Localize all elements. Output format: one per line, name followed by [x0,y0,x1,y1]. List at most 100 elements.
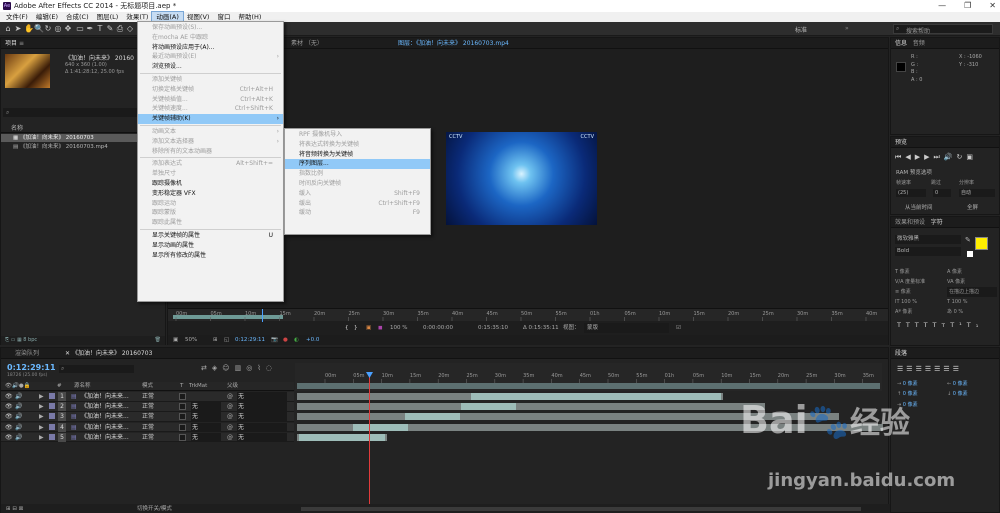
space-before-value[interactable]: 0 像素 [903,391,918,397]
audio-speaker-icon[interactable]: 🔊 [15,433,22,442]
visibility-eye-icon[interactable]: 👁 [5,392,13,401]
timeline-search-input[interactable]: ⌕ [59,365,134,373]
font-style-select[interactable]: Bold [895,247,961,256]
brainstorm-icon[interactable]: ◌ [266,364,277,372]
layer-active-segment[interactable] [299,433,385,441]
ram-preview-icon[interactable]: ▣ [366,323,371,333]
anim-menu-item[interactable]: 显示动画的属性 [138,241,283,251]
camera-tool-icon[interactable]: ◎ [54,24,62,33]
justify-last-left-icon[interactable]: ☰ [925,365,934,373]
ram-preview-button-icon[interactable]: ▣ [966,153,977,161]
visibility-eye-icon[interactable]: 👁 [5,402,13,411]
toggle-switches-modes[interactable]: 切换开关/模式 [137,504,172,513]
audio-tab[interactable]: 音频 [913,40,925,47]
kerning-value[interactable]: 度量标准 [905,279,925,285]
layer-zoom-percent[interactable]: 100 % [390,323,407,333]
eraser-tool-icon[interactable]: ◇ [126,24,134,33]
audio-icon[interactable]: 🔊 [944,153,957,161]
all-caps-icon[interactable]: TT [915,321,933,329]
col-number[interactable]: # [57,382,62,391]
timeline-ruler[interactable]: 00m 05m 10m 15m 20m 25m 30m 35m 40m 45m 50m 55m 01h 0… [295,363,882,391]
label-color-swatch[interactable] [49,403,55,410]
brush-tool-icon[interactable]: ✎ [106,24,114,33]
parent-pickwhip-icon[interactable]: @ [227,402,233,411]
color-channel-icon[interactable]: ◼ [378,323,383,333]
small-caps-icon[interactable]: Tᴛ [932,321,950,329]
justify-all-icon[interactable]: ☰ [953,365,962,373]
always-preview-icon[interactable]: ▣ [173,335,178,345]
panel-menu-icon[interactable]: ≡ [19,40,24,47]
set-out-icon[interactable]: } [354,323,358,333]
justify-last-center-icon[interactable]: ☰ [934,365,943,373]
layer-playhead[interactable] [262,309,263,322]
label-color-swatch[interactable] [49,433,55,440]
preserve-transparency-checkbox[interactable] [179,433,186,441]
fill-color-swatch[interactable] [975,237,988,250]
track-matte-select[interactable]: 无 [191,402,221,412]
layer-mode-select[interactable]: 正常 [142,402,172,411]
indent-right-value[interactable]: 0 像素 [953,381,968,387]
audio-speaker-icon[interactable]: 🔊 [15,423,22,432]
col-trkmat[interactable]: TrkMat [189,382,207,391]
layer-name[interactable]: 《加油！向未来... [81,433,129,442]
exposure-value[interactable]: +0.0 [306,335,319,345]
layer-name[interactable]: 《加油！向未来... [81,423,129,432]
layer-mode-select[interactable]: 正常 [142,392,172,401]
from-current-time-checkbox[interactable]: 从当前时间 [905,203,933,211]
workspace-arrow-icon[interactable]: » [845,25,849,32]
audio-speaker-icon[interactable]: 🔊 [15,402,22,411]
font-family-select[interactable]: 微软雅黑 [895,235,961,244]
tracking-value[interactable]: 像素 [955,279,965,285]
preserve-transparency-checkbox[interactable] [179,423,186,431]
horizontal-scale-value[interactable]: 100 % [952,299,968,305]
stroke-white-swatch[interactable] [967,251,973,257]
stamp-tool-icon[interactable]: ⎙ [116,24,124,33]
preserve-transparency-checkbox[interactable] [179,403,186,411]
timeline-playhead-line[interactable] [369,377,370,513]
viewer-timecode[interactable]: 0:12:29:11 [235,335,265,345]
vertical-scale-value[interactable]: 100 % [901,299,917,305]
layer-mode-select[interactable]: 正常 [142,433,172,442]
rotate-tool-icon[interactable]: ↻ [44,24,52,33]
skip-select[interactable]: 0 [933,189,951,197]
sub-menu-item[interactable]: 序列图层... [285,159,430,170]
timeline-layer-row[interactable]: 👁 🔊 ▶ 2 ▤ 《加油！向未来... 正常 无 @ 无 [1,402,294,412]
menu-layer[interactable]: 图层(L) [93,12,123,22]
expand-arrow-icon[interactable]: ▶ [39,412,44,421]
pen-tool-icon[interactable]: ✒ [86,24,94,33]
motion-blur-icon[interactable]: ◎ [246,364,257,372]
align-center-icon[interactable]: ☰ [906,365,915,373]
close-icon[interactable]: ✕ [989,0,996,12]
col-parent[interactable]: 父级 [227,382,238,391]
faux-bold-icon[interactable]: T [897,321,906,329]
subscript-icon[interactable]: T₁ [967,321,984,329]
menu-edit[interactable]: 编辑(E) [32,12,62,22]
zoom-tool-icon[interactable]: 🔍 [34,24,44,33]
paragraph-tab[interactable]: 段落 [895,350,907,357]
col-source-name[interactable]: 源名称 [74,382,91,391]
layer-mode-select[interactable]: 正常 [142,412,172,421]
render-checkbox[interactable]: ☑ [676,323,681,333]
snapshot-icon[interactable]: 📷 [271,335,278,345]
align-right-icon[interactable]: ☰ [916,365,925,373]
parent-select[interactable]: 无 [237,412,287,422]
label-color-swatch[interactable] [49,423,55,430]
track-matte-select[interactable]: 无 [191,422,221,432]
parent-pickwhip-icon[interactable]: @ [227,412,233,421]
stroke-width-value[interactable]: 像素 [901,289,911,295]
sub-menu-item[interactable]: 将音频转换为关键帧 [285,150,430,160]
layer-name[interactable]: 《加油！向未来... [81,392,129,401]
tsume-value[interactable]: 0 % [954,309,964,315]
timeline-layer-row[interactable]: 👁 🔊 ▶ 5 ▤ 《加油！向未来... 正常 无 @ 无 [1,432,294,443]
type-tool-icon[interactable]: T [96,24,104,33]
visibility-eye-icon[interactable]: 👁 [5,412,13,421]
parent-select[interactable]: 无 [237,392,287,401]
col-t[interactable]: T [180,382,183,391]
timeline-layer-row[interactable]: 👁 🔊 ▶ 3 ▤ 《加油！向未来... 正常 无 @ 无 [1,412,294,422]
effects-presets-tab[interactable]: 效果和预设 [895,219,925,226]
interpret-footage-icon[interactable]: ⎘ [5,337,9,343]
anim-menu-item[interactable]: 将动画预设应用于(A)... [138,43,283,53]
layer-name[interactable]: 《加油！向未来... [81,412,129,421]
audio-speaker-icon[interactable]: 🔊 [15,412,22,421]
hand-tool-icon[interactable]: ✋ [24,24,34,33]
